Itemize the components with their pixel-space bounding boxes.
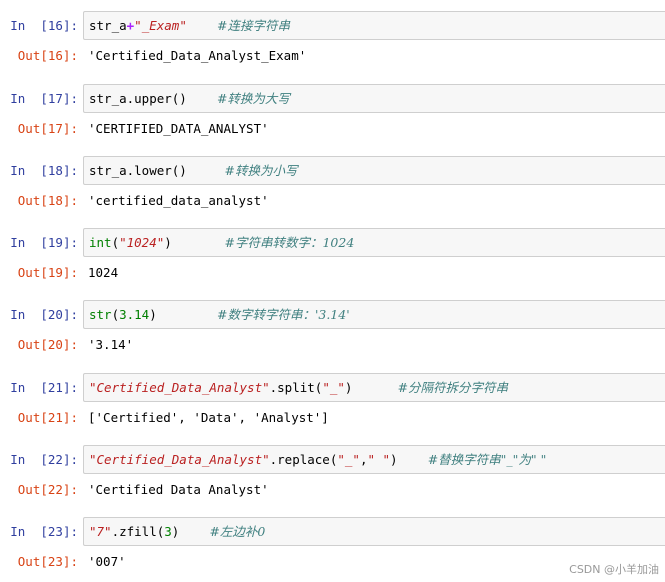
code-input[interactable]: "Certified_Data_Analyst".replace("_"," "… [83,445,665,474]
notebook-cell-20: In [20]: str(3.14) #数字转字符串：'3.14' Out[20… [0,300,665,364]
cell-output: 'CERTIFIED_DATA_ANALYST' [88,121,269,136]
output-prompt: Out[17]: [17,121,78,136]
input-prompt: In [19]: [10,235,78,250]
code-string: "_" [337,452,360,467]
code-input[interactable]: "Certified_Data_Analyst".split("_") #分隔符… [83,373,665,402]
cell-output: '007' [88,554,126,569]
code-line: str(3.14) #数字转字符串：'3.14' [89,307,350,323]
code-line: str_a.lower() #转换为小写 [89,163,297,179]
code-number: 3 [164,524,172,539]
code-string: "Certified_Data_Analyst" [89,452,270,467]
notebook-cell-21: In [21]: "Certified_Data_Analyst".split(… [0,373,665,437]
code-method: .split( [269,380,323,395]
code-line: "Certified_Data_Analyst".split("_") #分隔符… [89,380,508,396]
code-line: str_a+"_Exam" #连接字符串 [89,18,290,34]
code-token: str_a [89,18,127,33]
code-comment: #字符串转数字：1024 [224,235,355,250]
code-string: " " [367,452,391,467]
code-number: 3.14 [119,307,150,322]
code-input[interactable]: str_a.lower() #转换为小写 [83,156,665,185]
code-builtin: str [89,307,112,322]
code-paren: ) [149,307,157,322]
code-paren: ( [111,235,120,250]
code-line: "Certified_Data_Analyst".replace("_"," "… [89,452,546,468]
code-comment: #数字转字符串：'3.14' [216,307,350,322]
code-line: str_a.upper() #转换为大写 [89,91,290,107]
notebook-cell-18: In [18]: str_a.lower() #转换为小写 Out[18]: '… [0,156,665,220]
code-input[interactable]: str_a.upper() #转换为大写 [83,84,665,113]
code-string: "1024" [119,235,165,250]
cell-output: 'Certified Data Analyst' [88,482,269,497]
code-comment: #分隔符拆分字符串 [397,380,509,395]
input-prompt: In [17]: [10,91,78,106]
code-method: .replace( [269,452,338,467]
cell-output: 'Certified_Data_Analyst_Exam' [88,48,307,63]
notebook-cell-17: In [17]: str_a.upper() #转换为大写 Out[17]: '… [0,84,665,148]
input-prompt: In [18]: [10,163,78,178]
cell-output: 1024 [88,265,119,280]
cell-output: 'certified_data_analyst' [88,193,269,208]
code-input[interactable]: str_a+"_Exam" #连接字符串 [83,11,665,40]
code-comment: #转换为小写 [224,163,298,178]
code-input[interactable]: str(3.14) #数字转字符串：'3.14' [83,300,665,329]
code-string: "_" [322,380,345,395]
code-builtin: int [89,235,112,250]
output-prompt: Out[16]: [17,48,78,63]
code-token: str_a.upper() [89,91,187,106]
notebook-cell-19: In [19]: int("1024") #字符串转数字：1024 Out[19… [0,228,665,292]
output-prompt: Out[20]: [17,337,78,352]
code-paren: ) [164,235,172,250]
output-prompt: Out[21]: [17,410,78,425]
code-method: .zfill( [111,524,165,539]
output-prompt: Out[22]: [17,482,78,497]
code-paren: ) [390,452,398,467]
code-token: str_a.lower() [89,163,187,178]
notebook-cell-16: In [16]: str_a+"_Exam" #连接字符串 Out[16]: '… [0,11,665,75]
output-prompt: Out[18]: [17,193,78,208]
output-prompt: Out[23]: [17,554,78,569]
notebook-cell-22: In [22]: "Certified_Data_Analyst".replac… [0,445,665,509]
code-comment: #转换为大写 [216,91,290,106]
cell-output: '3.14' [88,337,134,352]
code-comment: #连接字符串 [216,18,290,33]
watermark: CSDN @小羊加油 [569,563,659,576]
notebook-cell-23: In [23]: "7".zfill(3) #左边补0 Out[23]: '00… [0,517,665,581]
code-input[interactable]: "7".zfill(3) #左边补0 [83,517,665,546]
cell-output: ['Certified', 'Data', 'Analyst'] [88,410,329,425]
input-prompt: In [20]: [10,307,78,322]
code-string: "7" [89,524,112,539]
output-prompt: Out[19]: [17,265,78,280]
code-string: "Certified_Data_Analyst" [89,380,270,395]
input-prompt: In [23]: [10,524,78,539]
code-line: "7".zfill(3) #左边补0 [89,524,265,540]
code-string: "_Exam" [134,18,187,33]
code-paren: ( [111,307,120,322]
input-prompt: In [16]: [10,18,78,33]
code-input[interactable]: int("1024") #字符串转数字：1024 [83,228,665,257]
code-comment: #替换字符串"_"为" " [427,452,547,467]
input-prompt: In [22]: [10,452,78,467]
code-line: int("1024") #字符串转数字：1024 [89,235,354,251]
input-prompt: In [21]: [10,380,78,395]
code-comment: #左边补0 [209,524,266,539]
